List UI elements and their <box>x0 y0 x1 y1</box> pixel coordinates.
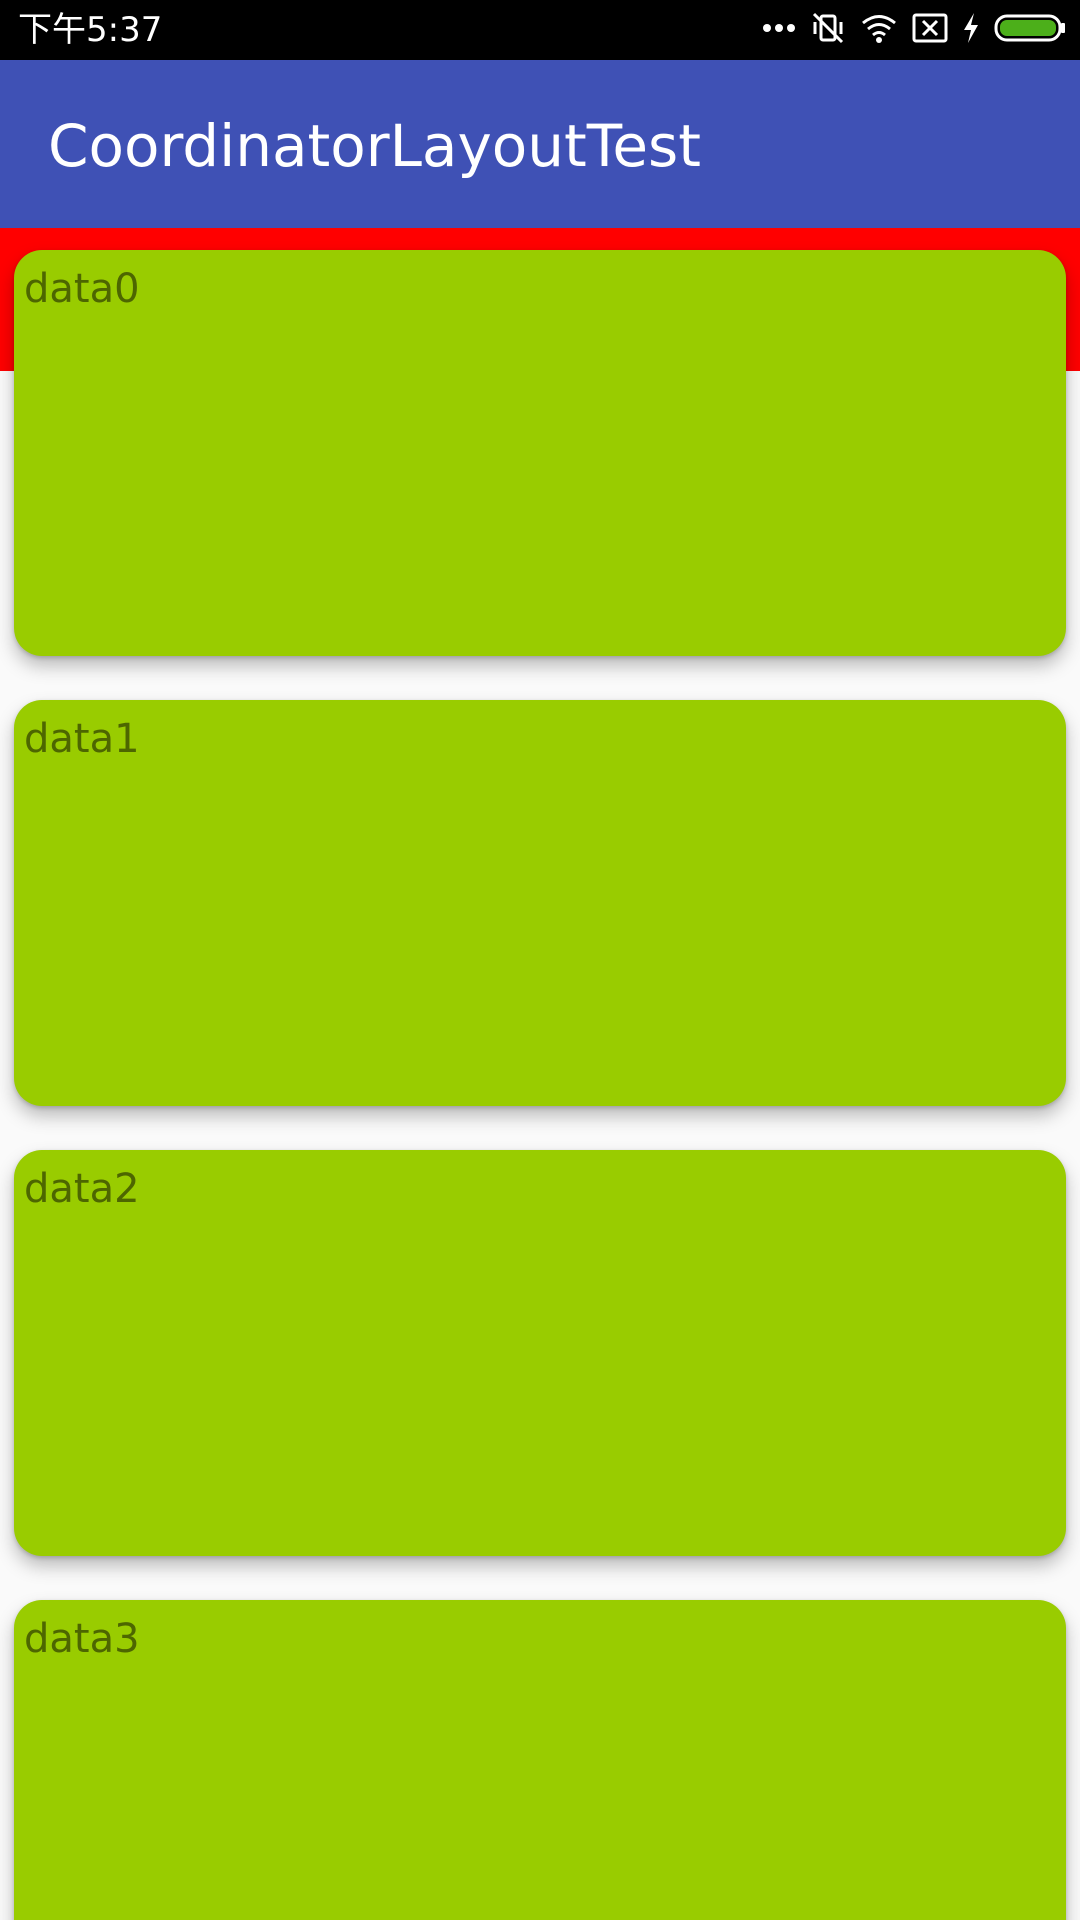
card-label: data0 <box>24 266 140 312</box>
card-item[interactable]: data3 <box>14 1600 1066 1920</box>
app-bar: CoordinatorLayoutTest <box>0 60 1080 228</box>
more-dots-icon <box>762 21 796 39</box>
card-item[interactable]: data1 <box>14 700 1066 1106</box>
status-icons <box>748 12 1066 48</box>
app-title: CoordinatorLayoutTest <box>48 112 701 180</box>
card-label: data3 <box>24 1616 140 1662</box>
status-bar: 下午5:37 <box>0 0 1080 60</box>
wifi-icon <box>860 12 898 49</box>
card-item[interactable]: data2 <box>14 1150 1066 1556</box>
card-item[interactable]: data0 <box>14 250 1066 656</box>
battery-full-icon <box>994 13 1066 48</box>
status-time: 下午5:37 <box>18 10 163 50</box>
card-label: data2 <box>24 1166 140 1212</box>
card-label: data1 <box>24 716 140 762</box>
sim-missing-icon <box>912 13 948 48</box>
card-list[interactable]: data0 data1 data2 data3 <box>0 228 1080 1920</box>
vibrate-silent-icon <box>810 10 846 51</box>
charging-bolt-icon <box>962 12 980 49</box>
